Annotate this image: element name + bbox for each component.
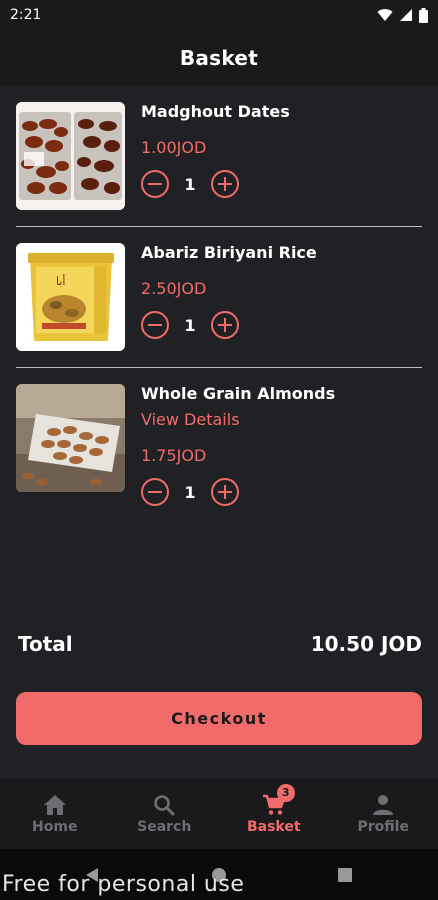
increase-quantity-button[interactable] <box>211 311 239 339</box>
decrease-quantity-button[interactable] <box>141 311 169 339</box>
item-price: 2.50JOD <box>141 279 207 298</box>
total-label: Total <box>18 632 73 656</box>
item-name: Whole Grain Almonds <box>141 384 336 403</box>
battery-icon <box>419 7 428 23</box>
item-info: Whole Grain Almonds View Details 1.75JOD… <box>141 384 335 506</box>
item-price: 1.00JOD <box>141 138 207 157</box>
watermark-text: Free for personal use <box>2 872 245 897</box>
nav-label: Search <box>137 818 192 835</box>
svg-text:أبا: أبا <box>56 274 65 288</box>
item-info: Abariz Biriyani Rice 2.50JOD 1 <box>141 243 317 351</box>
wifi-icon <box>377 9 393 21</box>
nav-label: Profile <box>357 818 409 835</box>
increase-quantity-button[interactable] <box>211 478 239 506</box>
item-name: Abariz Biriyani Rice <box>141 243 317 262</box>
quantity-stepper: 1 <box>141 170 290 198</box>
bottom-nav: Home Search 3 Basket Profile <box>0 779 438 849</box>
status-time: 2:21 <box>10 7 42 23</box>
quantity-value: 1 <box>184 315 196 335</box>
cart-count-badge: 3 <box>276 783 295 802</box>
nav-item-basket[interactable]: 3 Basket <box>219 779 329 849</box>
basket-item: Whole Grain Almonds View Details 1.75JOD… <box>16 384 422 506</box>
decrease-quantity-button[interactable] <box>141 478 169 506</box>
divider <box>16 367 422 368</box>
divider <box>16 226 422 227</box>
search-icon <box>154 794 175 815</box>
quantity-stepper: 1 <box>141 478 335 506</box>
total-row: Total 10.50 JOD <box>18 632 422 656</box>
rice-tub-photo[interactable]: أبا <box>16 243 125 351</box>
increase-quantity-button[interactable] <box>211 170 239 198</box>
page-title: Basket <box>179 46 259 70</box>
nav-item-search[interactable]: Search <box>110 779 220 849</box>
quantity-value: 1 <box>184 482 196 502</box>
item-price: 1.75JOD <box>141 446 207 465</box>
status-bar: 2:21 <box>0 0 438 30</box>
item-info: Madghout Dates 1.00JOD 1 <box>141 102 290 210</box>
quantity-value: 1 <box>184 174 196 194</box>
status-icons <box>377 7 428 23</box>
decrease-quantity-button[interactable] <box>141 170 169 198</box>
signal-icon <box>400 9 412 21</box>
nav-label: Basket <box>246 818 301 835</box>
nav-label: Home <box>32 818 78 835</box>
cart-icon-wrap: 3 <box>262 783 295 816</box>
nav-item-home[interactable]: Home <box>0 779 110 849</box>
almonds-photo[interactable] <box>16 384 125 492</box>
dates-photo[interactable] <box>16 102 125 210</box>
item-name: Madghout Dates <box>141 102 290 121</box>
app-header: Basket <box>0 30 438 86</box>
nav-item-profile[interactable]: Profile <box>329 779 438 849</box>
home-icon <box>43 794 66 815</box>
basket-item: Madghout Dates 1.00JOD 1 <box>16 102 422 210</box>
person-icon <box>373 794 394 815</box>
total-value: 10.50 JOD <box>310 632 422 656</box>
view-details-link[interactable]: View Details <box>141 410 335 430</box>
quantity-stepper: 1 <box>141 311 317 339</box>
checkout-button[interactable]: Checkout <box>16 692 422 745</box>
basket-item: أبا Abariz Biriyani Rice 2.50JOD 1 <box>16 243 422 351</box>
recents-icon[interactable] <box>338 868 352 882</box>
